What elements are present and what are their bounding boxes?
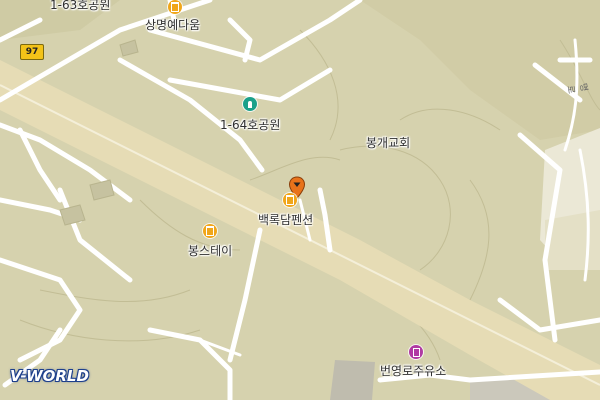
map-base-layer bbox=[0, 0, 600, 400]
lodging-icon-bongstay[interactable] bbox=[203, 224, 217, 238]
lodging-icon-baekrokdam[interactable] bbox=[283, 193, 297, 207]
gas-station-icon[interactable] bbox=[409, 345, 423, 359]
lodging-icon[interactable] bbox=[168, 0, 182, 14]
bonggae-church-label[interactable]: 봉개교회 bbox=[366, 134, 410, 151]
park-icon[interactable] bbox=[243, 97, 257, 111]
route-97-shield: 97 bbox=[20, 44, 44, 60]
park-1-63-label[interactable]: 1-63호공원 bbox=[50, 0, 110, 13]
baekrokdam-label[interactable]: 백록담펜션 bbox=[258, 211, 313, 228]
gas-station-label[interactable]: 번영로주유소 bbox=[380, 362, 446, 379]
map-view[interactable]: 97 1-63호공원 상명예다움 1-64호공원 봉개교회 백록담펜션 봉스테이… bbox=[0, 0, 600, 400]
vworld-logo: V-WORLD bbox=[10, 367, 89, 385]
sangmyeong-label[interactable]: 상명예다움 bbox=[145, 16, 200, 33]
park-1-64-label[interactable]: 1-64호공원 bbox=[220, 116, 280, 133]
bongstay-label[interactable]: 봉스테이 bbox=[188, 242, 232, 259]
